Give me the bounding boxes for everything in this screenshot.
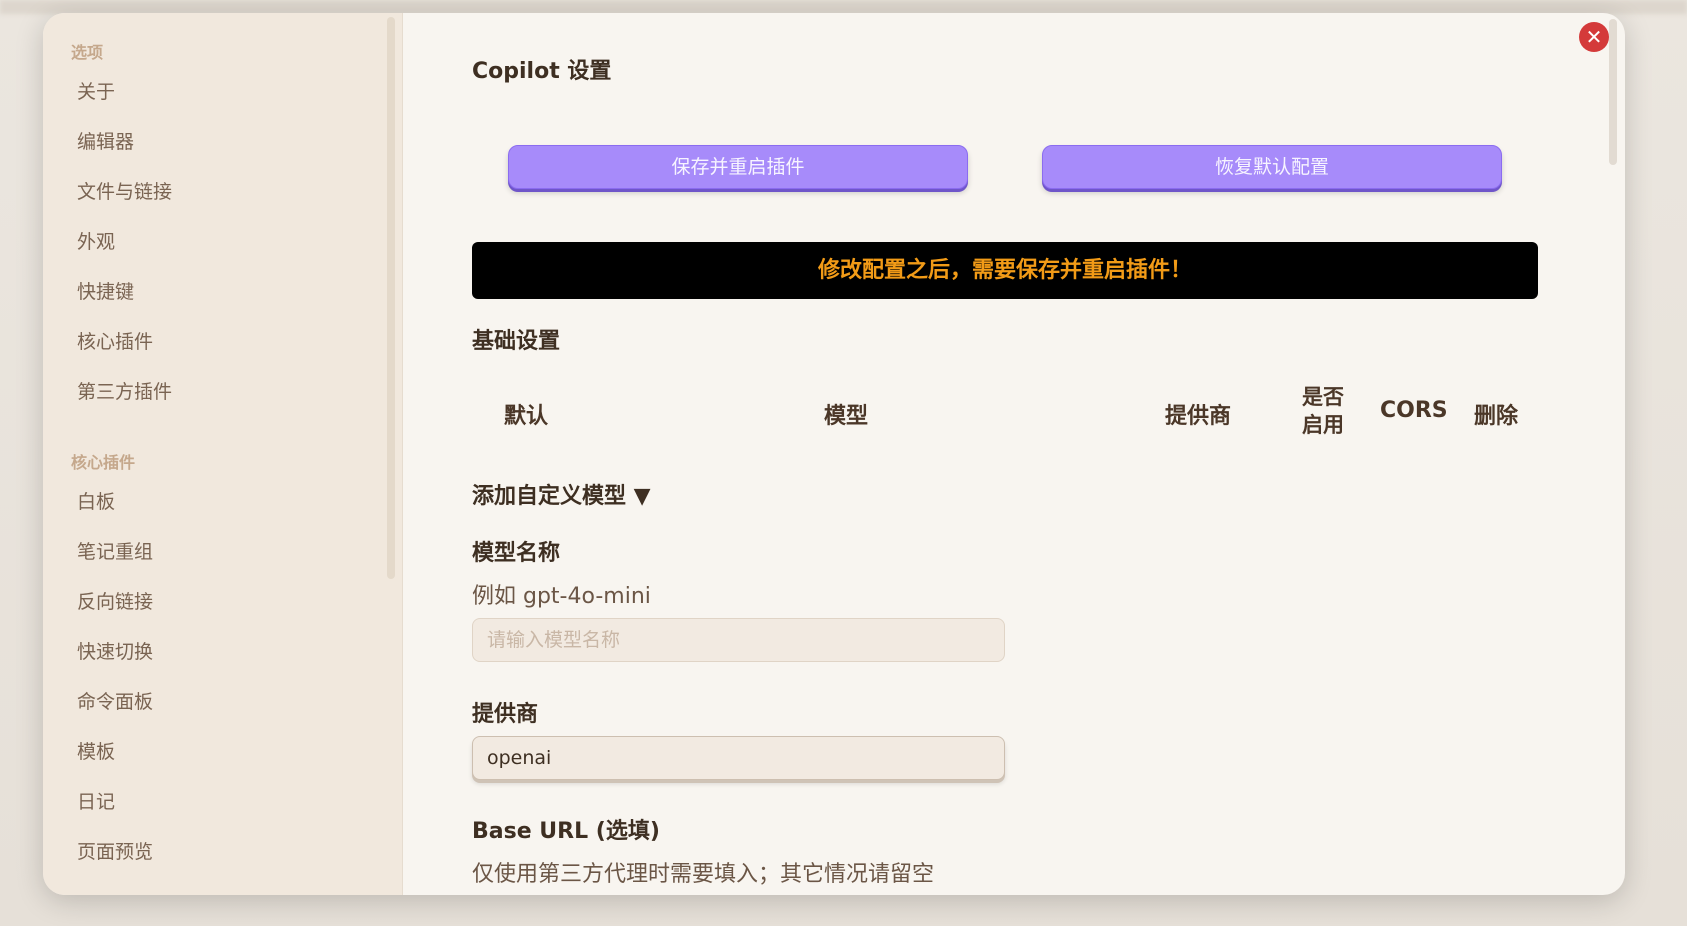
close-icon[interactable]: ✕ bbox=[1579, 22, 1609, 52]
reset-defaults-button[interactable]: 恢复默认配置 bbox=[1042, 145, 1502, 189]
sidebar-scrollbar[interactable] bbox=[387, 17, 395, 579]
background-toolbar bbox=[0, 0, 1687, 14]
column-header-enabled-line1: 是否 bbox=[1302, 385, 1344, 409]
sidebar-item-quick-switcher[interactable]: 快速切换 bbox=[77, 637, 153, 664]
model-name-description: 例如 gpt-4o-mini bbox=[472, 584, 651, 609]
sidebar-item-command-palette[interactable]: 命令面板 bbox=[77, 687, 153, 714]
sidebar-group-options: 选项 bbox=[71, 43, 104, 62]
column-header-default: 默认 bbox=[504, 404, 549, 429]
content-scrollbar[interactable] bbox=[1609, 19, 1617, 165]
base-url-description: 仅使用第三方代理时需要填入；其它情况请留空 bbox=[472, 862, 935, 887]
column-header-delete: 删除 bbox=[1474, 404, 1519, 429]
column-header-model: 模型 bbox=[824, 404, 869, 429]
base-url-label: Base URL (选填) bbox=[472, 819, 660, 844]
basic-settings-heading: 基础设置 bbox=[472, 329, 561, 354]
sidebar-group-core-plugins: 核心插件 bbox=[71, 453, 136, 472]
sidebar-item-about[interactable]: 关于 bbox=[77, 77, 115, 104]
model-name-label: 模型名称 bbox=[472, 541, 561, 566]
sidebar-item-note-composer[interactable]: 笔记重组 bbox=[77, 537, 153, 564]
sidebar-item-community-plugins[interactable]: 第三方插件 bbox=[77, 377, 172, 404]
provider-select[interactable]: openai bbox=[472, 736, 1005, 780]
column-header-cors: CORS bbox=[1380, 398, 1448, 423]
add-custom-model-toggle[interactable]: 添加自定义模型 ▼ bbox=[472, 478, 651, 510]
sidebar-item-backlinks[interactable]: 反向链接 bbox=[77, 587, 153, 614]
settings-sidebar: 选项 关于 编辑器 文件与链接 外观 快捷键 核心插件 第三方插件 核心插件 白… bbox=[43, 13, 403, 895]
restart-warning-banner: 修改配置之后，需要保存并重启插件！ bbox=[472, 242, 1538, 299]
sidebar-item-editor[interactable]: 编辑器 bbox=[77, 127, 134, 154]
provider-label: 提供商 bbox=[472, 702, 539, 727]
column-header-enabled-line2: 启用 bbox=[1302, 413, 1344, 437]
sidebar-item-appearance[interactable]: 外观 bbox=[77, 227, 115, 254]
sidebar-item-templates[interactable]: 模板 bbox=[77, 737, 115, 764]
save-restart-button[interactable]: 保存并重启插件 bbox=[508, 145, 968, 189]
page-title: Copilot 设置 bbox=[472, 59, 612, 84]
column-header-provider: 提供商 bbox=[1165, 404, 1232, 429]
sidebar-item-daily-notes[interactable]: 日记 bbox=[77, 787, 115, 814]
model-name-input[interactable]: 请输入模型名称 bbox=[472, 618, 1005, 662]
sidebar-item-core-plugins[interactable]: 核心插件 bbox=[77, 327, 153, 354]
sidebar-item-canvas[interactable]: 白板 bbox=[77, 487, 115, 514]
column-header-enabled: 是否 启用 bbox=[1302, 383, 1344, 439]
sidebar-item-page-preview[interactable]: 页面预览 bbox=[77, 837, 153, 864]
settings-modal: 选项 关于 编辑器 文件与链接 外观 快捷键 核心插件 第三方插件 核心插件 白… bbox=[43, 13, 1625, 895]
sidebar-item-files-links[interactable]: 文件与链接 bbox=[77, 177, 172, 204]
sidebar-item-hotkeys[interactable]: 快捷键 bbox=[77, 277, 134, 304]
